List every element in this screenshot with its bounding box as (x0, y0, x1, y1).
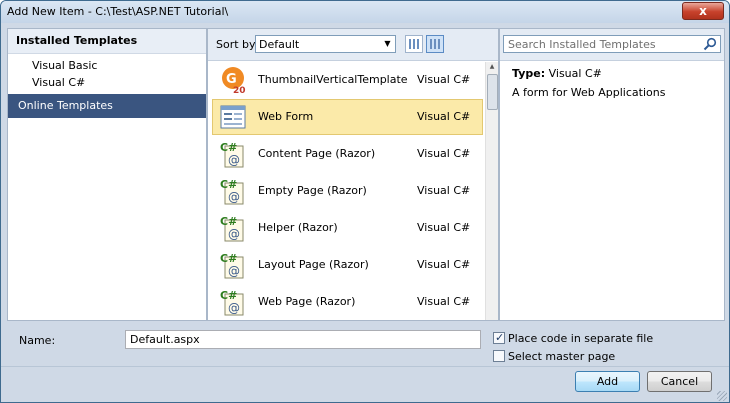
svg-text:G: G (226, 72, 237, 87)
svg-text:@: @ (228, 153, 240, 167)
template-type: Visual C# (417, 147, 471, 160)
select-master-page-checkbox[interactable] (493, 350, 505, 362)
template-name: Web Page (Razor) (258, 295, 356, 308)
template-list-panel: Sort by: Default ▼ G 20 ThumbnailVertica… (207, 28, 499, 321)
footer-divider (1, 366, 729, 367)
template-type: Visual C# (417, 110, 471, 123)
add-new-item-dialog: Add New Item - C:\Test\ASP.NET Tutorial\… (0, 0, 730, 403)
search-icon[interactable] (703, 37, 717, 51)
place-code-label[interactable]: Place code in separate file (508, 332, 653, 345)
template-item-selected[interactable]: Web Form Visual C# (212, 99, 483, 135)
svg-text:@: @ (228, 190, 240, 204)
template-description: A form for Web Applications (512, 86, 666, 99)
type-value: Visual C# (548, 67, 602, 80)
close-icon: x (699, 4, 707, 18)
svg-text:20: 20 (233, 86, 246, 94)
template-type: Visual C# (417, 295, 471, 308)
name-label: Name: (19, 334, 56, 347)
web-form-icon (220, 105, 246, 129)
template-name: Web Form (258, 110, 314, 123)
list-view-icon (430, 39, 440, 49)
medium-icons-view-icon (409, 39, 419, 49)
category-visual-basic[interactable]: Visual Basic (32, 59, 97, 72)
template-item[interactable]: C# @ Content Page (Razor) Visual C# (212, 136, 483, 172)
sort-by-dropdown[interactable]: Default ▼ (255, 35, 396, 53)
template-name: Helper (Razor) (258, 221, 338, 234)
search-box[interactable] (503, 35, 721, 53)
category-visual-csharp[interactable]: Visual C# (32, 76, 85, 89)
scroll-up-arrow-icon[interactable]: ▲ (486, 62, 498, 72)
search-input[interactable] (504, 36, 698, 52)
place-code-checkbox[interactable] (493, 331, 505, 344)
close-button[interactable]: x (682, 2, 724, 20)
template-list: G 20 ThumbnailVerticalTemplate Visual C#… (212, 62, 483, 320)
dialog-footer: Name: Place code in separate file Select… (1, 323, 729, 402)
installed-templates-header[interactable]: Installed Templates (8, 29, 206, 54)
csharp-razor-icon: C# @ (220, 141, 244, 168)
title-bar: Add New Item - C:\Test\ASP.NET Tutorial\… (1, 1, 729, 23)
template-name: Layout Page (Razor) (258, 258, 369, 271)
resize-grip-icon[interactable] (717, 391, 727, 401)
name-input[interactable] (125, 330, 481, 349)
template-toolbar: Sort by: Default ▼ (208, 29, 498, 61)
svg-text:@: @ (228, 264, 240, 278)
template-type: Visual C# (417, 73, 471, 86)
csharp-razor-icon: C# @ (220, 252, 244, 279)
add-button[interactable]: Add (575, 371, 640, 392)
csharp-razor-icon: C# @ (220, 215, 244, 242)
sort-by-value: Default (259, 38, 300, 51)
select-master-page-label[interactable]: Select master page (508, 350, 615, 363)
dropdown-arrow-icon: ▼ (384, 39, 391, 48)
template-type-row: Type: Visual C# (512, 67, 602, 80)
csharp-razor-icon: C# @ (220, 289, 244, 316)
list-view-button[interactable] (426, 35, 444, 53)
template-list-scrollbar[interactable]: ▲ (485, 62, 498, 320)
template-type: Visual C# (417, 221, 471, 234)
cancel-button[interactable]: Cancel (647, 371, 712, 392)
template-name: Empty Page (Razor) (258, 184, 367, 197)
template-name: Content Page (Razor) (258, 147, 376, 160)
svg-text:@: @ (228, 301, 240, 315)
template-item[interactable]: C# @ Web Page (Razor) Visual C# (212, 284, 483, 320)
template-item[interactable]: C# @ Layout Page (Razor) Visual C# (212, 247, 483, 283)
installed-templates-label: Installed Templates (16, 34, 138, 47)
template-details-panel: Type: Visual C# A form for Web Applicati… (499, 28, 725, 321)
template-type: Visual C# (417, 258, 471, 271)
csharp-razor-icon: C# @ (220, 178, 244, 205)
template-item[interactable]: C# @ Helper (Razor) Visual C# (212, 210, 483, 246)
template-type: Visual C# (417, 184, 471, 197)
type-label: Type: (512, 67, 546, 80)
svg-text:@: @ (228, 227, 240, 241)
online-templates-label: Online Templates (18, 99, 113, 112)
medium-icons-view-button[interactable] (405, 35, 423, 53)
window-title: Add New Item - C:\Test\ASP.NET Tutorial\ (7, 5, 229, 18)
template-categories-panel: Installed Templates Visual Basic Visual … (7, 28, 207, 321)
template-item[interactable]: G 20 ThumbnailVerticalTemplate Visual C# (212, 62, 483, 98)
template-item[interactable]: C# @ Empty Page (Razor) Visual C# (212, 173, 483, 209)
search-bar (500, 29, 724, 61)
ig20-icon: G 20 (222, 67, 246, 94)
template-name: ThumbnailVerticalTemplate (258, 73, 408, 86)
online-templates-item[interactable]: Online Templates (8, 94, 206, 118)
scrollbar-thumb[interactable] (487, 74, 498, 110)
sort-by-label: Sort by: (216, 38, 259, 51)
